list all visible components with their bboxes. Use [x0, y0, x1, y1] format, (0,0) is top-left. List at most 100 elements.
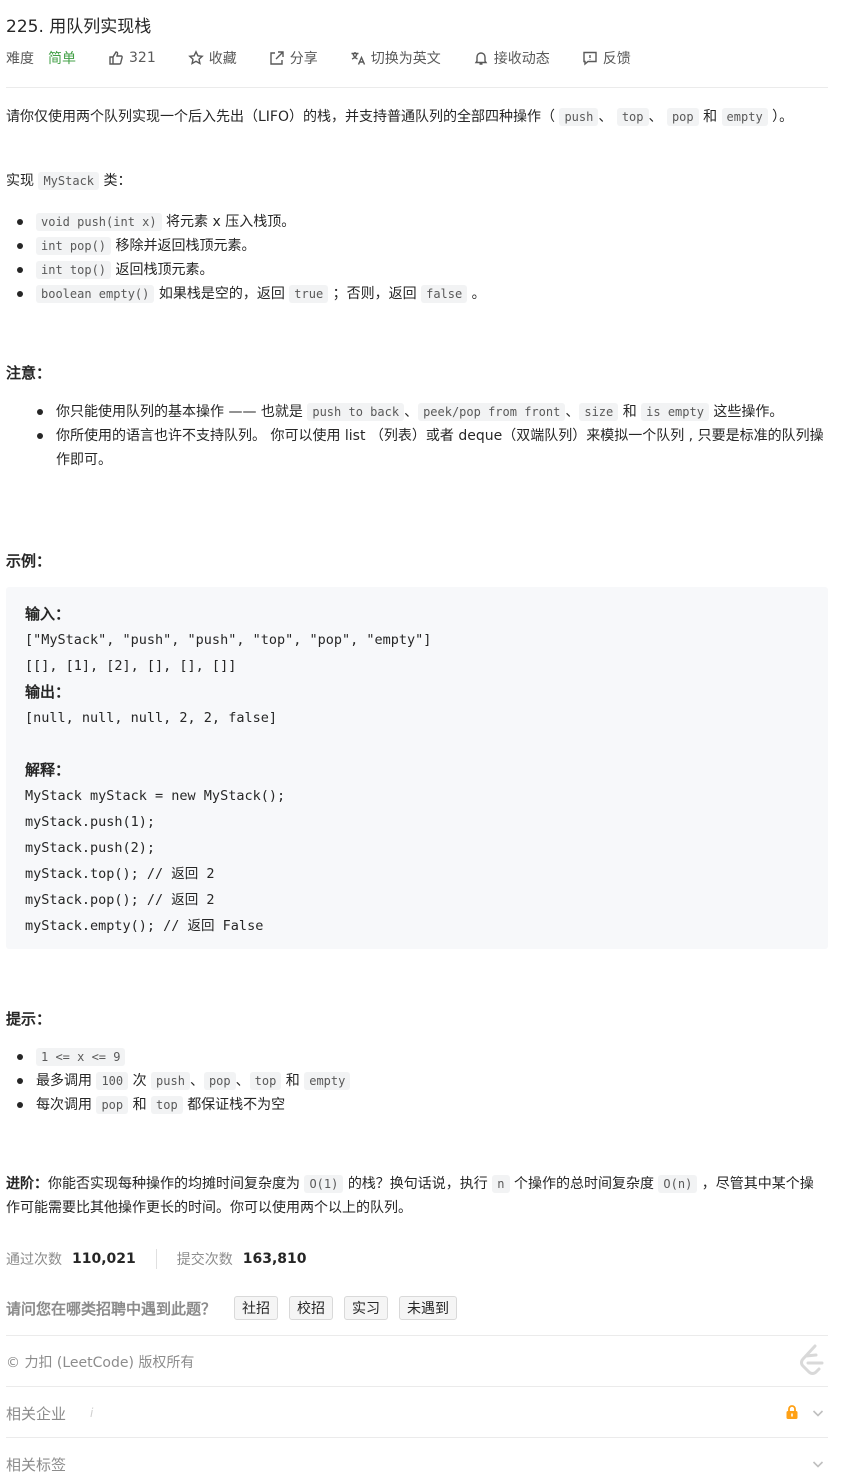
sep: 、	[598, 109, 613, 125]
note-text: 你所使用的语言也许不支持队列。 你可以使用 list （列表）或者 deque（…	[56, 428, 824, 468]
notes-list: 你只能使用队列的基本操作 —— 也就是 push to back、 peek/po…	[36, 400, 826, 472]
intro-text: 请你仅使用两个队列实现一个后入先出（LIFO）的栈，并支持普通队列的全部四种操作…	[6, 109, 555, 125]
explain-label: 解释：	[25, 761, 71, 779]
favorite-button[interactable]: 收藏	[187, 48, 237, 68]
intro-paragraph: 请你仅使用两个队列实现一个后入先出（LIFO）的栈，并支持普通队列的全部四种操作…	[6, 105, 826, 129]
switch-language-button[interactable]: 切换为英文	[350, 48, 441, 68]
stats-divider	[155, 1249, 157, 1269]
info-icon: i	[90, 1406, 94, 1420]
related-companies-toggle[interactable]: 相关企业	[6, 1403, 66, 1424]
advanced-paragraph: 进阶：你能否实现每种操作的均摊时间复杂度为 O(1) 的栈？换句话说，执行 n …	[6, 1172, 826, 1220]
method-desc: 如果栈是空的，返回	[158, 286, 285, 302]
translate-icon	[350, 50, 366, 66]
chevron-down-icon[interactable]	[811, 1457, 825, 1471]
method-desc: ；否则，返回	[332, 286, 417, 302]
note-code: peek/pop from front	[418, 403, 566, 421]
explain-line: myStack.push(1);	[25, 814, 156, 830]
submitted-count: 163,810	[242, 1251, 307, 1267]
complexity-code: O(1)	[304, 1175, 344, 1193]
hint-code: 100	[96, 1072, 129, 1090]
accepted-label: 通过次数	[6, 1252, 62, 1268]
n-code: n	[492, 1175, 510, 1193]
survey-option-intern[interactable]: 实习	[344, 1296, 389, 1320]
like-count: 321	[129, 50, 156, 66]
method-desc: 将元素 x 压入栈顶。	[166, 214, 296, 230]
note-text: 这些操作。	[713, 404, 784, 420]
accepted-count: 110,021	[72, 1251, 136, 1267]
input-line: [[], [1], [2], [], [], []]	[25, 658, 237, 674]
intro-suffix: ）。	[772, 109, 794, 125]
impl-suffix: 类：	[103, 173, 132, 189]
hint-text: 最多调用	[36, 1073, 92, 1089]
list-item: 你只能使用队列的基本操作 —— 也就是 push to back、 peek/po…	[36, 400, 826, 424]
chevron-down-icon[interactable]	[811, 1406, 825, 1420]
problem-meta-bar: 难度 简单 321 收藏 分享 切换为英文 接收动态 反馈	[6, 47, 631, 69]
note-code: is empty	[641, 403, 709, 421]
header-divider	[6, 87, 828, 88]
feedback-label: 反馈	[602, 51, 631, 67]
survey-option-campus[interactable]: 校招	[289, 1296, 334, 1320]
hint-text: 都保证栈不为空	[187, 1097, 286, 1113]
subscribe-button[interactable]: 接收动态	[473, 48, 550, 68]
divider	[6, 1437, 828, 1438]
hint-text: 和	[132, 1097, 147, 1113]
op-pop: pop	[666, 108, 699, 126]
method-signature: int pop()	[36, 237, 112, 255]
example-code-block: 输入： ["MyStack", "push", "push", "top", "…	[6, 587, 828, 949]
method-signature: boolean empty()	[36, 285, 155, 303]
output-line: [null, null, null, 2, 2, false]	[25, 710, 277, 726]
method-list: void push(int x) 将元素 x 压入栈顶。 int pop() 移…	[17, 210, 826, 306]
share-button[interactable]: 分享	[269, 48, 318, 68]
note-text: 你只能使用队列的基本操作 —— 也就是	[56, 404, 303, 420]
notes-heading: 注意：	[6, 364, 52, 382]
hint-code: empty	[304, 1072, 351, 1090]
impl-prefix: 实现	[6, 173, 34, 189]
interview-survey: 请问您在哪类招聘中遇到此题？ 社招 校招 实习 未遇到	[6, 1296, 468, 1320]
list-item: boolean empty() 如果栈是空的，返回 true ；否则，返回 fa…	[17, 282, 826, 306]
switch-language-label: 切换为英文	[370, 51, 441, 67]
feedback-button[interactable]: 反馈	[582, 48, 631, 68]
thumbs-up-icon	[108, 50, 124, 66]
and-text: 和	[703, 109, 718, 125]
bell-icon	[473, 50, 489, 66]
method-desc: 返回栈顶元素。	[115, 262, 214, 278]
note-code: size	[579, 403, 619, 421]
explain-line: myStack.push(2);	[25, 840, 156, 856]
share-icon	[269, 50, 285, 66]
favorite-label: 收藏	[208, 51, 237, 67]
hint-code: 1 <= x <= 9	[36, 1048, 126, 1066]
example-heading: 示例：	[6, 552, 52, 570]
star-icon	[187, 50, 204, 66]
copyright-text: © 力扣 (LeetCode) 版权所有	[6, 1355, 195, 1371]
false-literal: false	[421, 285, 468, 303]
explain-line: myStack.top(); // 返回 2	[25, 866, 215, 882]
hint-code: pop	[96, 1096, 129, 1114]
survey-option-social[interactable]: 社招	[234, 1296, 279, 1320]
related-tags-toggle[interactable]: 相关标签	[6, 1454, 66, 1475]
list-item: int pop() 移除并返回栈顶元素。	[17, 234, 826, 258]
list-item: 每次调用 pop 和 top 都保证栈不为空	[17, 1093, 826, 1117]
implement-paragraph: 实现 MyStack 类：	[6, 169, 826, 193]
hint-code: push	[151, 1072, 190, 1090]
submitted-label: 提交次数	[176, 1252, 233, 1268]
method-desc: 移除并返回栈顶元素。	[115, 238, 256, 254]
survey-question: 请问您在哪类招聘中遇到此题？	[6, 1299, 217, 1318]
hint-text: 次	[132, 1073, 147, 1089]
hint-code: pop	[203, 1072, 236, 1090]
list-item: void push(int x) 将元素 x 压入栈顶。	[17, 210, 826, 234]
survey-option-none[interactable]: 未遇到	[399, 1296, 458, 1320]
op-empty: empty	[721, 108, 768, 126]
advanced-text: 你能否实现每种操作的均摊时间复杂度为	[48, 1176, 300, 1192]
explain-line: MyStack myStack = new MyStack();	[25, 788, 286, 804]
advanced-text: 个操作的总时间复杂度	[513, 1176, 654, 1192]
like-button[interactable]: 321	[108, 50, 156, 66]
method-signature: void push(int x)	[36, 213, 162, 231]
class-name: MyStack	[38, 172, 100, 190]
output-label: 输出：	[25, 683, 71, 701]
sep: 、	[648, 109, 663, 125]
difficulty-label: 难度	[6, 51, 34, 67]
list-item: 1 <= x <= 9	[17, 1045, 826, 1069]
divider	[6, 1335, 828, 1336]
lock-icon	[786, 1405, 798, 1419]
